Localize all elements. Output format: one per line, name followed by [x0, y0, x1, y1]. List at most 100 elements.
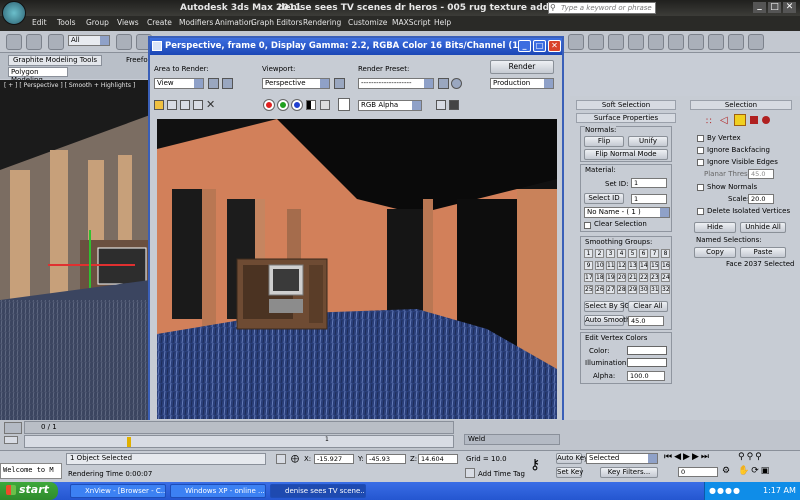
- menu-create[interactable]: Create: [147, 18, 172, 27]
- render-button[interactable]: Render: [490, 60, 554, 74]
- alpha-field[interactable]: 100.0: [627, 371, 665, 381]
- auto-key-button[interactable]: Auto Key: [556, 453, 588, 464]
- smoothing-group-button[interactable]: 7: [650, 249, 659, 258]
- rf-maximize-icon[interactable]: □: [533, 40, 546, 52]
- toggle-ui-icon[interactable]: [449, 100, 459, 110]
- illumination-swatch[interactable]: [627, 358, 667, 367]
- environment-effects-icon[interactable]: [451, 78, 462, 89]
- curve-editor-icon[interactable]: [648, 34, 664, 50]
- select-id-button[interactable]: Select ID: [584, 193, 624, 204]
- soft-selection-rollout[interactable]: Soft Selection: [576, 100, 676, 110]
- absolute-mode-icon[interactable]: ⨁: [291, 454, 299, 463]
- set-key-icon[interactable]: ⚷: [530, 457, 540, 473]
- menu-maxscript[interactable]: MAXScript: [392, 18, 431, 27]
- area-to-render-dropdown[interactable]: View: [154, 78, 204, 89]
- scale-field[interactable]: 20.0: [748, 194, 774, 204]
- rf-close-icon[interactable]: ✕: [548, 40, 561, 52]
- selection-filter-dropdown[interactable]: All: [68, 35, 110, 46]
- flip-button[interactable]: Flip: [584, 136, 624, 147]
- time-tag-icon[interactable]: [465, 468, 475, 478]
- keyframe-marker[interactable]: [127, 437, 131, 447]
- selection-rollout[interactable]: Selection: [690, 100, 792, 110]
- element-mode-icon[interactable]: [762, 116, 770, 124]
- link-icon[interactable]: [48, 34, 64, 50]
- hide-button[interactable]: Hide: [694, 222, 736, 233]
- smoothing-group-button[interactable]: 16: [661, 261, 670, 270]
- smoothing-group-button[interactable]: 25: [584, 285, 593, 294]
- current-frame-field[interactable]: 0: [678, 467, 718, 477]
- delete-isolated-checkbox[interactable]: [697, 208, 704, 215]
- task-windows-xp[interactable]: Windows XP - online ...: [170, 484, 266, 498]
- select-object-icon[interactable]: [116, 34, 132, 50]
- menu-customize[interactable]: Customize: [348, 18, 387, 27]
- smoothing-group-button[interactable]: 3: [606, 249, 615, 258]
- smoothing-group-button[interactable]: 32: [661, 285, 670, 294]
- smoothing-group-button[interactable]: 24: [661, 273, 670, 282]
- render-setup-small-icon[interactable]: [438, 78, 449, 89]
- menu-help[interactable]: Help: [434, 18, 451, 27]
- schematic-view-icon[interactable]: [668, 34, 684, 50]
- viewport-dropdown[interactable]: Perspective: [262, 78, 330, 89]
- smoothing-group-button[interactable]: 29: [628, 285, 637, 294]
- undo-icon[interactable]: [6, 34, 22, 50]
- key-selection-dropdown[interactable]: Selected: [586, 453, 658, 464]
- rendered-frame-titlebar[interactable]: Perspective, frame 0, Display Gamma: 2.2…: [150, 38, 562, 55]
- smoothing-group-button[interactable]: 4: [617, 249, 626, 258]
- layer-manager-icon[interactable]: [608, 34, 624, 50]
- clear-all-button[interactable]: Clear All: [628, 301, 668, 312]
- smoothing-group-button[interactable]: 1: [584, 249, 593, 258]
- swatch-icon[interactable]: [338, 98, 350, 111]
- save-image-icon[interactable]: [154, 100, 164, 110]
- menu-modifiers[interactable]: Modifiers: [179, 18, 213, 27]
- copy-image-icon[interactable]: [167, 100, 177, 110]
- align-icon[interactable]: [588, 34, 604, 50]
- time-slider-left-icon[interactable]: [4, 436, 18, 444]
- clear-selection-checkbox[interactable]: [584, 222, 591, 229]
- blue-channel-icon[interactable]: [291, 99, 303, 111]
- vertex-color-swatch[interactable]: [627, 346, 667, 355]
- alpha-channel-icon[interactable]: [306, 100, 316, 110]
- time-config-icon[interactable]: ⚙: [722, 466, 732, 476]
- add-time-tag[interactable]: Add Time Tag: [478, 470, 525, 478]
- tab-graphite-modeling-tools[interactable]: Graphite Modeling Tools: [8, 55, 102, 66]
- material-name-dropdown[interactable]: No Name - ( 1 ): [584, 207, 670, 218]
- print-image-icon[interactable]: [193, 100, 203, 110]
- show-normals-checkbox[interactable]: [697, 184, 704, 191]
- tray-icons[interactable]: ●●●●: [709, 486, 741, 495]
- ignore-visible-edges-checkbox[interactable]: [697, 159, 704, 166]
- viewport-label[interactable]: [ + ] [ Perspective ] [ Smooth + Highlig…: [4, 82, 135, 89]
- smoothing-group-button[interactable]: 14: [639, 261, 648, 270]
- mini-curve-editor-icon[interactable]: [4, 422, 22, 434]
- select-id-field[interactable]: 1: [631, 194, 667, 204]
- smoothing-group-button[interactable]: 15: [650, 261, 659, 270]
- face-mode-icon[interactable]: [734, 114, 746, 126]
- rf-minimize-icon[interactable]: _: [518, 40, 531, 52]
- app-logo-icon[interactable]: [2, 1, 26, 25]
- edit-region-icon[interactable]: [208, 78, 219, 89]
- smoothing-group-button[interactable]: 30: [639, 285, 648, 294]
- smoothing-group-button[interactable]: 27: [606, 285, 615, 294]
- lock-viewport-icon[interactable]: [334, 78, 345, 89]
- smoothing-group-button[interactable]: 21: [628, 273, 637, 282]
- redo-icon[interactable]: [26, 34, 42, 50]
- track-bar[interactable]: 1: [24, 435, 454, 448]
- z-coordinate-field[interactable]: 14.604: [418, 454, 458, 464]
- menu-graph-editors[interactable]: Graph Editors: [251, 18, 303, 27]
- perspective-viewport[interactable]: [ + ] [ Perspective ] [ Smooth + Highlig…: [0, 80, 150, 420]
- planar-thresh-field[interactable]: 45.0: [748, 169, 774, 179]
- search-icon[interactable]: ⚲: [550, 3, 556, 12]
- lock-selection-icon[interactable]: [276, 454, 286, 464]
- graphite-toggle-icon[interactable]: [628, 34, 644, 50]
- auto-smooth-field[interactable]: 45.0: [628, 316, 664, 326]
- ignore-backfacing-checkbox[interactable]: [697, 147, 704, 154]
- render-production-icon[interactable]: [748, 34, 764, 50]
- start-button[interactable]: start: [0, 482, 58, 500]
- auto-smooth-button[interactable]: Auto Smooth: [584, 315, 631, 326]
- smoothing-group-button[interactable]: 28: [617, 285, 626, 294]
- smoothing-group-button[interactable]: 31: [650, 285, 659, 294]
- menu-edit[interactable]: Edit: [32, 18, 47, 27]
- y-coordinate-field[interactable]: -45.93: [366, 454, 406, 464]
- smoothing-group-button[interactable]: 18: [595, 273, 604, 282]
- smoothing-group-button[interactable]: 10: [595, 261, 604, 270]
- task-3dsmax[interactable]: denise sees TV scene...: [270, 484, 366, 498]
